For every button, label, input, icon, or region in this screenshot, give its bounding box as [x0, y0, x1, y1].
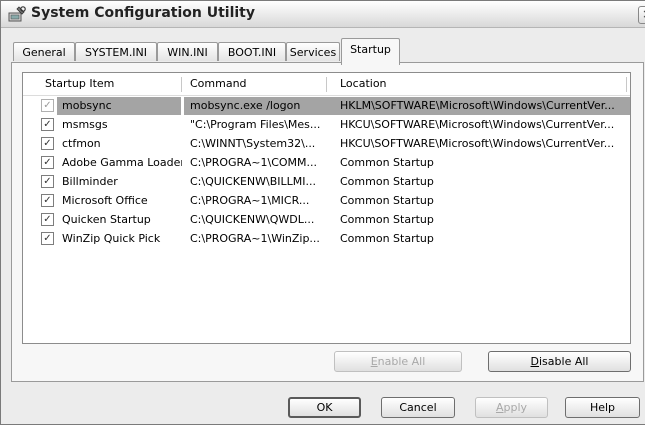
apply-label: pply [503, 401, 528, 414]
startup-item-command: C:\PROGRA~1\MICR... [190, 194, 310, 207]
list-header: Startup Item Command Location [23, 73, 630, 96]
column-separator[interactable] [181, 77, 182, 92]
checkbox[interactable]: ✓ [41, 118, 54, 131]
startup-item-location: Common Startup [340, 156, 434, 169]
ok-button[interactable]: OK [288, 397, 361, 418]
startup-item-command: mobsync.exe /logon [190, 99, 301, 112]
tab-general[interactable]: General [13, 42, 75, 61]
window-title: System Configuration Utility [31, 5, 255, 21]
tab-win-ini[interactable]: WIN.INI [157, 42, 218, 61]
startup-item-location: Common Startup [340, 232, 434, 245]
column-separator[interactable] [326, 77, 327, 92]
table-row[interactable]: ✓ Adobe Gamma Loader C:\PROGRA~1\COMM...… [23, 154, 630, 173]
startup-item-command: C:\QUICKENW\BILLMI... [190, 175, 316, 188]
checkbox[interactable]: ✓ [41, 213, 54, 226]
disable-all-label: isable All [539, 355, 589, 368]
table-row[interactable]: ✓ Billminder C:\QUICKENW\BILLMI... Commo… [23, 173, 630, 192]
startup-item-name: msmsgs [62, 118, 108, 131]
startup-item-location: Common Startup [340, 213, 434, 226]
startup-item-name: Billminder [62, 175, 118, 188]
startup-item-name: Quicken Startup [62, 213, 151, 226]
column-separator[interactable] [626, 77, 627, 92]
help-button[interactable]: Help [565, 397, 640, 418]
tab-services[interactable]: Services [286, 42, 340, 61]
startup-item-location: Common Startup [340, 194, 434, 207]
startup-item-location: HKLM\SOFTWARE\Microsoft\Windows\CurrentV… [340, 99, 615, 112]
startup-item-name: ctfmon [62, 137, 101, 150]
startup-item-command: C:\WINNT\System32\... [190, 137, 316, 150]
table-row[interactable]: ✓ WinZip Quick Pick C:\PROGRA~1\WinZip..… [23, 230, 630, 249]
startup-item-name: Microsoft Office [62, 194, 148, 207]
column-location[interactable]: Location [340, 77, 387, 90]
apply-button[interactable]: Apply [475, 397, 548, 418]
startup-item-location: Common Startup [340, 175, 434, 188]
startup-item-command: "C:\Program Files\Mes... [190, 118, 321, 131]
startup-item-name: Adobe Gamma Loader [62, 156, 182, 169]
cancel-button[interactable]: Cancel [381, 397, 455, 418]
tab-startup[interactable]: Startup [341, 38, 400, 65]
title-bar[interactable]: System Configuration Utility × [1, 1, 645, 28]
tab-system-ini[interactable]: SYSTEM.INI [75, 42, 157, 61]
startup-item-location: HKCU\SOFTWARE\Microsoft\Windows\CurrentV… [340, 137, 615, 150]
startup-item-command: C:\QUICKENW\QWDL... [190, 213, 315, 226]
table-row[interactable]: ✓ mobsync mobsync.exe /logon HKLM\SOFTWA… [23, 97, 630, 116]
enable-all-accesskey: E [370, 355, 378, 368]
checkbox[interactable]: ✓ [41, 137, 54, 150]
table-row[interactable]: ✓ msmsgs "C:\Program Files\Mes... HKCU\S… [23, 116, 630, 135]
table-row[interactable]: ✓ ctfmon C:\WINNT\System32\... HKCU\SOFT… [23, 135, 630, 154]
startup-item-command: C:\PROGRA~1\COMM... [190, 156, 318, 169]
checkbox[interactable]: ✓ [41, 232, 54, 245]
startup-item-name: WinZip Quick Pick [62, 232, 161, 245]
apply-accesskey: A [495, 401, 504, 414]
checkbox[interactable]: ✓ [41, 99, 54, 112]
checkbox[interactable]: ✓ [41, 175, 54, 188]
disable-all-accesskey: D [530, 355, 539, 368]
tab-boot-ini[interactable]: BOOT.INI [218, 42, 286, 61]
disable-all-button[interactable]: Disable All [488, 351, 631, 372]
startup-item-command: C:\PROGRA~1\WinZip... [190, 232, 320, 245]
startup-item-location: HKCU\SOFTWARE\Microsoft\Windows\CurrentV… [340, 118, 615, 131]
enable-all-label: nable All [377, 355, 426, 368]
close-button[interactable]: × [638, 6, 645, 24]
table-row[interactable]: ✓ Microsoft Office C:\PROGRA~1\MICR... C… [23, 192, 630, 211]
startup-list[interactable]: Startup Item Command Location ✓ mobsync … [22, 72, 631, 344]
column-startup-item[interactable]: Startup Item [45, 77, 114, 90]
checkbox[interactable]: ✓ [41, 194, 54, 207]
checkbox[interactable]: ✓ [41, 156, 54, 169]
column-command[interactable]: Command [190, 77, 247, 90]
config-utility-icon [8, 6, 26, 22]
enable-all-button[interactable]: Enable All [334, 351, 462, 372]
startup-item-name: mobsync [62, 99, 112, 112]
table-row[interactable]: ✓ Quicken Startup C:\QUICKENW\QWDL... Co… [23, 211, 630, 230]
